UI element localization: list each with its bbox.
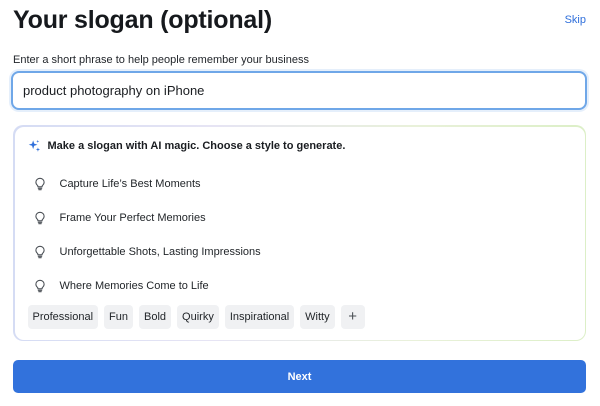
page-title: Your slogan (optional) [13,6,273,34]
style-chip-bold[interactable]: Bold [139,304,172,329]
suggestion-item[interactable]: Capture Life’s Best Moments [33,167,261,201]
ai-panel-heading: Make a slogan with AI magic. Choose a st… [47,139,346,152]
sparkles-icon [28,139,40,152]
lightbulb-icon [34,177,45,190]
suggestion-text: Capture Life’s Best Moments [59,177,201,190]
suggestion-text: Unforgettable Shots, Lasting Impressions [59,245,261,258]
lightbulb-icon [34,211,45,224]
slogan-input[interactable] [13,73,585,108]
add-style-button[interactable]: + [340,304,365,329]
skip-link[interactable]: Skip [565,14,586,26]
slogan-field-label: Enter a short phrase to help people reme… [13,54,309,66]
lightbulb-icon [34,279,45,292]
style-chip-quirky[interactable]: Quirky [177,304,219,329]
style-chip-inspirational[interactable]: Inspirational [224,304,295,329]
next-button[interactable]: Next [13,360,586,393]
ai-slogan-panel: Make a slogan with AI magic. Choose a st… [13,125,586,341]
lightbulb-icon [34,245,45,258]
style-chip-row: Professional Fun Bold Quirky Inspiration… [27,304,365,329]
suggestion-item[interactable]: Where Memories Come to Life [33,269,261,303]
suggestion-item[interactable]: Unforgettable Shots, Lasting Impressions [33,235,261,269]
suggestion-list: Capture Life’s Best Moments Frame Your P… [33,167,261,303]
suggestion-text: Where Memories Come to Life [59,279,209,292]
style-chip-professional[interactable]: Professional [27,304,99,329]
style-chip-fun[interactable]: Fun [104,304,134,329]
slogan-input-container[interactable] [11,71,587,110]
suggestion-item[interactable]: Frame Your Perfect Memories [33,201,261,235]
ai-panel-header: Make a slogan with AI magic. Choose a st… [27,139,346,153]
style-chip-witty[interactable]: Witty [300,304,335,329]
suggestion-text: Frame Your Perfect Memories [59,211,206,224]
